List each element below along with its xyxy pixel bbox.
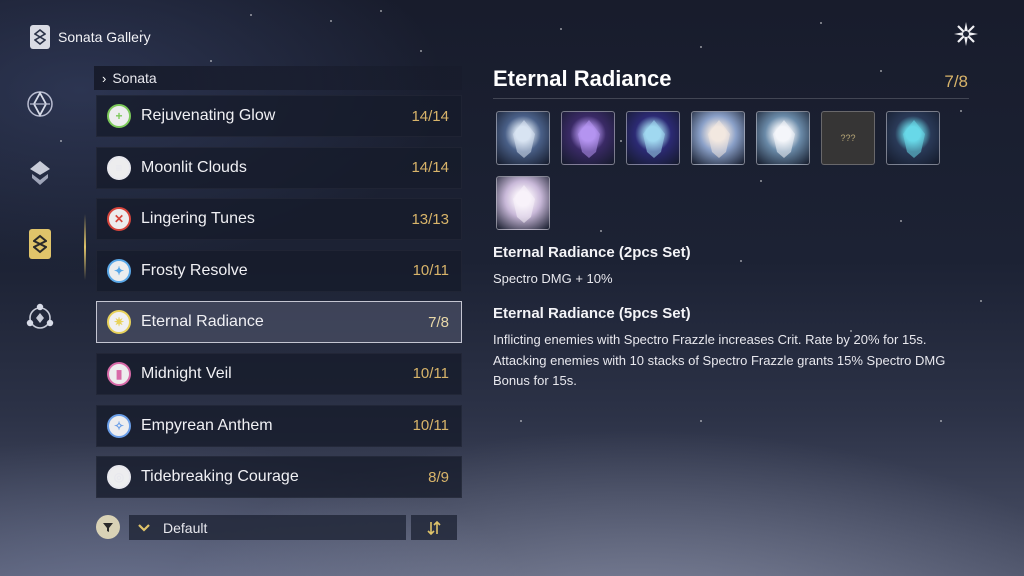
- unknown-echo-icon[interactable]: ???: [821, 111, 875, 165]
- unknown-echo-label: ???: [840, 133, 856, 143]
- violet-bird-echo-icon[interactable]: [561, 111, 615, 165]
- sonata-set-name: Empyrean Anthem: [141, 416, 273, 434]
- filter-button[interactable]: [96, 515, 120, 539]
- sort-dropdown-value: Default: [163, 519, 208, 536]
- sonata-set-icon: ✷: [107, 310, 131, 335]
- close-button[interactable]: [952, 20, 980, 48]
- node-network-icon: [26, 303, 54, 329]
- sonata-list-row[interactable]: ✕ Lingering Tunes 13/13: [96, 198, 462, 241]
- sonata-list-row[interactable]: + Rejuvenating Glow 14/14: [96, 95, 462, 137]
- echo-portrait: [513, 185, 535, 223]
- echo-portrait: [708, 120, 730, 158]
- sonata-list-row[interactable]: ▮ Midnight Veil 10/11: [96, 352, 462, 395]
- set-bonus-2pc-desc: Spectro DMG + 10%: [493, 271, 613, 286]
- page-title: Sonata Gallery: [58, 29, 151, 45]
- sonata-set-icon: ▮: [107, 361, 131, 386]
- sort-dropdown[interactable]: Default: [129, 515, 406, 540]
- sonata-set-name: Eternal Radiance: [141, 313, 264, 331]
- echo-portrait: [903, 120, 925, 158]
- detail-count: 7/8: [944, 72, 968, 91]
- sonata-set-count: 10/11: [412, 417, 449, 435]
- sonata-set-count: 14/14: [411, 159, 449, 177]
- sonata-set-icon: +: [107, 104, 131, 128]
- echo-crystal-icon: [27, 91, 53, 117]
- sonata-list: + Rejuvenating Glow 14/14 ≡ Moonlit Clouds 14…: [96, 95, 462, 508]
- sonata-list-row[interactable]: ◎ Tidebreaking Courage 8/9: [96, 456, 462, 499]
- sonata-set-name: Lingering Tunes: [141, 210, 255, 228]
- filter-funnel-icon: [103, 523, 113, 532]
- sonata-set-icon: ≡: [107, 155, 131, 180]
- header: Sonata Gallery: [30, 24, 151, 50]
- crystal-mask-echo-icon[interactable]: [496, 176, 550, 230]
- sonata-set-count: 10/11: [412, 262, 449, 280]
- tab-echo[interactable]: [20, 84, 60, 124]
- sonata-list-row[interactable]: ✦ Frosty Resolve 10/11: [96, 249, 462, 292]
- tab-phantom[interactable]: [20, 154, 60, 194]
- white-bird-echo-icon[interactable]: [756, 111, 810, 165]
- list-section-label: Sonata: [112, 70, 157, 86]
- sonata-set-count: 13/13: [411, 210, 449, 228]
- chevron-right-icon: ›: [102, 70, 107, 86]
- sonata-set-icon: ◎: [107, 465, 131, 490]
- tab-network[interactable]: [20, 298, 60, 338]
- detail-title: Eternal Radiance: [493, 66, 672, 91]
- set-bonus-5pc-desc: Inflicting enemies with Spectro Frazzle …: [493, 332, 946, 388]
- bear-echo-icon[interactable]: [691, 111, 745, 165]
- sonata-set-count: 7/8: [428, 313, 449, 331]
- set-bonus-2pc-title: Eternal Radiance (2pcs Set): [493, 244, 691, 261]
- sonata-tab-icon: [29, 229, 51, 259]
- sonata-book-icon: [30, 25, 50, 49]
- echo-portrait: [643, 120, 665, 158]
- hat-figure-echo-icon[interactable]: [886, 111, 940, 165]
- active-tab-indicator: [84, 214, 86, 280]
- sonata-list-row[interactable]: ≡ Moonlit Clouds 14/14: [96, 146, 462, 189]
- sonata-set-name: Midnight Veil: [141, 364, 232, 382]
- sonata-list-row[interactable]: ✷ Eternal Radiance 7/8: [96, 301, 462, 344]
- set-bonus-5pc-title: Eternal Radiance (5pcs Set): [493, 305, 691, 322]
- tab-sonata[interactable]: [20, 224, 60, 264]
- sonata-set-count: 10/11: [412, 365, 449, 383]
- layered-chevron-icon: [30, 161, 50, 185]
- sonata-set-name: Moonlit Clouds: [141, 158, 247, 176]
- sonata-set-name: Tidebreaking Courage: [141, 468, 299, 486]
- sonata-set-name: Frosty Resolve: [141, 261, 248, 279]
- echo-portrait: [578, 120, 600, 158]
- echo-portrait: [773, 120, 795, 158]
- sonata-set-name: Rejuvenating Glow: [141, 107, 276, 124]
- close-star-icon: [954, 22, 978, 46]
- echo-portrait: [513, 120, 535, 158]
- divider: [493, 98, 969, 99]
- chevron-down-icon: [137, 521, 151, 535]
- list-section-header: › Sonata: [94, 66, 462, 90]
- sonata-set-icon: ✧: [107, 413, 131, 438]
- sonata-set-count: 14/14: [411, 107, 449, 125]
- wolf-echo-icon[interactable]: [496, 111, 550, 165]
- sort-order-icon: [427, 520, 441, 535]
- sonata-set-count: 8/9: [428, 468, 449, 486]
- winged-eye-echo-icon[interactable]: [626, 111, 680, 165]
- sort-order-button[interactable]: [411, 515, 457, 540]
- sonata-set-icon: ✕: [107, 207, 131, 232]
- sonata-list-row[interactable]: ✧ Empyrean Anthem 10/11: [96, 404, 462, 447]
- sonata-set-icon: ✦: [107, 258, 131, 283]
